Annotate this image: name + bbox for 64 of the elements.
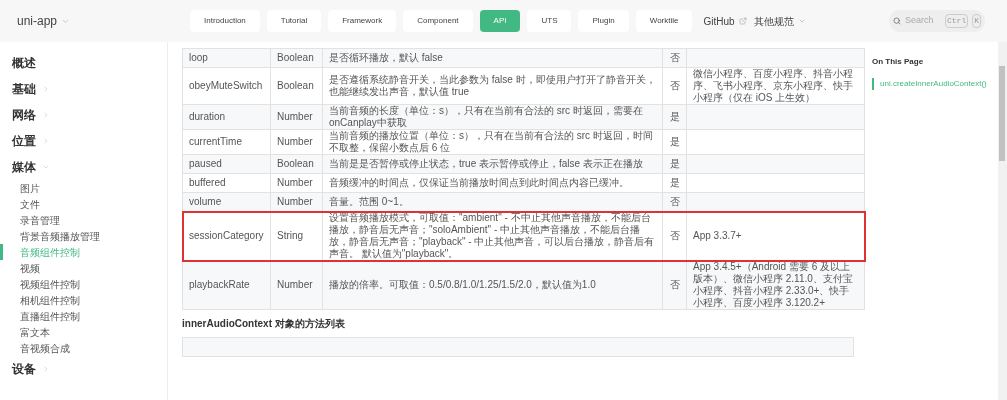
table-cell: duration — [182, 104, 271, 130]
sidebar-item[interactable]: 视频组件控制 — [0, 276, 167, 292]
table-cell: Boolean — [270, 48, 323, 68]
nav-tab[interactable]: Introduction — [190, 10, 260, 32]
sidebar-item[interactable]: 音视频合成 — [0, 340, 167, 356]
table-cell: 是 — [662, 104, 687, 130]
sidebar-item[interactable]: 富文本 — [0, 324, 167, 340]
external-link-icon — [738, 17, 747, 25]
sidebar-group[interactable]: 媒体 — [12, 158, 36, 176]
table-cell: 当前音频的播放位置（单位：s），只有在当前有合法的 src 时返回，时间不取整，保留小数点后 6 位 — [322, 129, 663, 155]
external-link[interactable]: GitHub — [703, 13, 747, 29]
sidebar-group[interactable]: 设备 — [12, 360, 36, 378]
table-cell: 是否循环播放，默认 false — [322, 48, 663, 68]
sidebar-group[interactable]: 网络 — [12, 106, 36, 124]
sidebar-item[interactable]: 文件 — [0, 196, 167, 212]
sidebar-group[interactable]: 概述 — [12, 54, 36, 72]
table-cell: loop — [182, 48, 271, 68]
nav-tab[interactable]: UTS — [527, 10, 572, 32]
nav-tab[interactable]: Framework — [328, 10, 397, 32]
table-cell: 播放的倍率。可取值：0.5/0.8/1.0/1.25/1.5/2.0，默认值为1.0 — [322, 260, 663, 310]
outline-title: On This Page — [872, 56, 925, 68]
table-cell: 微信小程序、百度小程序、抖音小程序、飞书小程序、京东小程序、快手小程序（仅在 iOS 上生效） — [686, 67, 865, 105]
table-cell: Number — [270, 260, 323, 310]
table-cell: 否 — [662, 67, 687, 105]
site-logo[interactable]: uni-app — [17, 12, 58, 30]
table-cell: buffered — [182, 173, 271, 193]
sidebar-item[interactable]: 录音管理 — [0, 212, 167, 228]
table-cell: 是 — [662, 173, 687, 193]
table-cell: 当前音频的长度（单位：s），只有在当前有合法的 src 时返回，需要在 onCanplay中获取 — [322, 104, 663, 130]
search-icon — [893, 15, 901, 27]
table-cell: obeyMuteSwitch — [182, 67, 271, 105]
table-cell: Boolean — [270, 67, 323, 105]
table-cell: 是否遵循系统静音开关，当此参数为 false 时，即使用户打开了静音开关，也能继续发出声音，默认值 true — [322, 67, 663, 105]
caret-icon — [797, 17, 806, 25]
nav-tab[interactable]: Component — [403, 10, 473, 32]
table-cell: playbackRate — [182, 260, 271, 310]
table-cell: 音频缓冲的时间点，仅保证当前播放时间点到此时间点内容已缓冲。 — [322, 173, 663, 193]
table-cell: Boolean — [270, 154, 323, 174]
nav-tab[interactable]: Plugin — [578, 10, 629, 32]
sidebar-item[interactable]: 图片 — [0, 180, 167, 196]
sidebar-group[interactable]: 位置 — [12, 132, 36, 150]
section-heading: innerAudioContext 对象的方法列表 — [182, 317, 346, 331]
shortcut-key: K — [972, 14, 981, 28]
table-cell: 否 — [662, 260, 687, 310]
table-cell: Number — [270, 129, 323, 155]
sidebar-item[interactable]: 相机组件控制 — [0, 292, 167, 308]
table-cell: currentTime — [182, 129, 271, 155]
search-field[interactable]: Search — [905, 14, 941, 28]
shortcut-key: Ctrl — [945, 14, 969, 28]
table-cell: 是 — [662, 154, 687, 174]
table-cell: 是 — [662, 129, 687, 155]
nav-tab[interactable]: Worktile — [635, 10, 693, 32]
nav-tab[interactable]: Tutorial — [266, 10, 322, 32]
table-cell: 当前是是否暂停或停止状态，true 表示暂停或停止，false 表示正在播放 — [322, 154, 663, 174]
table-cell: paused — [182, 154, 271, 174]
table-cell: App 3.4.5+（Android 需要 6 及以上版本）、微信小程序 2.11.0、支付宝小程序、抖音小程序 2.33.0+、快手小程序、百度小程序 3.120.2+ — [686, 260, 865, 310]
sidebar-item[interactable]: 直播组件控制 — [0, 308, 167, 324]
table-cell: Number — [270, 173, 323, 193]
sidebar-item[interactable]: 视频 — [0, 260, 167, 276]
sidebar-group[interactable]: 基础 — [12, 80, 36, 98]
dropdown-link[interactable]: 其他规范 — [753, 13, 806, 29]
table-cell: Number — [270, 104, 323, 130]
table-cell: 否 — [662, 48, 687, 68]
sidebar-item[interactable]: 背景音频播放管理 — [0, 228, 167, 244]
